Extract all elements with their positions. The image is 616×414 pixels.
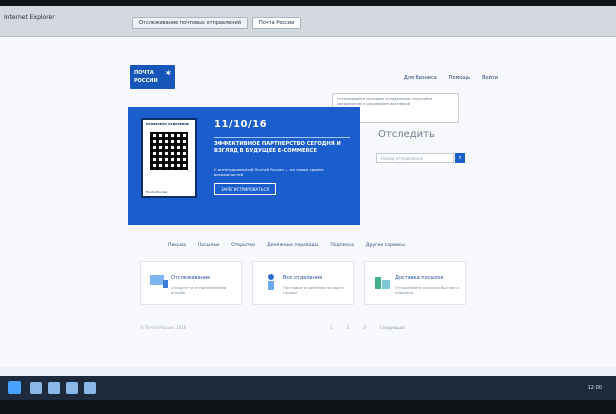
browser-icon[interactable] xyxy=(48,382,60,394)
logo-line-1: ПОЧТА xyxy=(134,70,154,76)
service-card-parcels[interactable]: Доставка посылок Отправляйте посылки быс… xyxy=(364,261,466,305)
qr-card-title: ПРОВЕРЕНО ОТДЕЛЕНИЕ xyxy=(146,122,189,126)
qr-code xyxy=(150,132,188,170)
search-icon[interactable]: ⌕ xyxy=(455,153,465,163)
tab-pochta[interactable]: Почта России xyxy=(251,17,302,29)
copyright: © Почта России, 2016 xyxy=(140,325,187,330)
tab-tracking[interactable]: Отслеживание почтовых отправлений xyxy=(132,17,248,29)
nav-login[interactable]: Войти xyxy=(482,75,498,81)
pager-page-1[interactable]: 1 xyxy=(330,325,333,330)
eagle-icon: ✶ xyxy=(164,69,172,79)
qr-card: ПРОВЕРЕНО ОТДЕЛЕНИЕ Почта России xyxy=(141,118,197,198)
nav-help[interactable]: Помощь xyxy=(449,75,470,81)
qr-card-footer: Почта России xyxy=(146,190,168,194)
menu-parcels[interactable]: Посылки xyxy=(198,243,219,248)
screen-icon xyxy=(150,275,168,288)
pager-page-3[interactable]: 3 xyxy=(363,325,366,330)
banner-subtext: С интегрированной Почтой России — на нов… xyxy=(214,167,324,177)
window-title: Internet Explorer xyxy=(4,14,55,21)
menu-postcards[interactable]: Открытки xyxy=(231,243,255,248)
service-card-tracking[interactable]: Отслеживание Следите за отправлениями он… xyxy=(140,261,242,305)
card-description: Почтовые отделения на карте города xyxy=(283,285,345,295)
banner-button[interactable]: ЗАРЕГИСТРИРОВАТЬСЯ xyxy=(214,183,276,195)
service-menu: Письма Посылки Открытки Денежные перевод… xyxy=(168,243,405,248)
card-title: Доставка посылок xyxy=(395,275,444,281)
app-icon[interactable] xyxy=(84,382,96,394)
logo-line-2: РОССИИ xyxy=(134,78,158,84)
tracking-input[interactable]: Номер отправления xyxy=(376,153,454,163)
pager-next[interactable]: Следующая xyxy=(380,325,405,330)
tab-bar: Отслеживание почтовых отправлений Почта … xyxy=(132,17,302,29)
banner-date: 11/10/16 xyxy=(214,119,268,130)
menu-money-transfers[interactable]: Денежные переводы xyxy=(267,243,318,248)
web-page: ПОЧТА РОССИИ ✶ Для бизнеса Помощь Войти … xyxy=(0,37,616,367)
nav-business[interactable]: Для бизнеса xyxy=(404,75,437,81)
taskbar-clock: 12:00 xyxy=(587,385,602,391)
card-title: Все отделения xyxy=(283,275,323,281)
banner-headline: ЭФФЕКТИВНОЕ ПАРТНЕРСТВО СЕГОДНЯ И ВЗГЛЯД… xyxy=(214,141,341,154)
menu-other-services[interactable]: Другие сервисы xyxy=(366,243,405,248)
top-navigation: Для бизнеса Помощь Войти xyxy=(404,75,498,81)
pager-page-2[interactable]: 2 xyxy=(347,325,350,330)
tracking-title: Отследить xyxy=(378,129,435,140)
site-logo[interactable]: ПОЧТА РОССИИ ✶ xyxy=(130,65,175,89)
pagination: 1 2 3 Следующая xyxy=(330,325,405,330)
service-card-offices[interactable]: Все отделения Почтовые отделения на карт… xyxy=(252,261,354,305)
card-description: Отправляйте посылки быстро и надёжно xyxy=(395,285,459,295)
screen: Internet Explorer Отслеживание почтовых … xyxy=(0,6,616,400)
menu-letters[interactable]: Письма xyxy=(168,243,186,248)
card-title: Отслеживание xyxy=(171,275,211,281)
promo-banner[interactable]: ПРОВЕРЕНО ОТДЕЛЕНИЕ Почта России 11/10/1… xyxy=(128,107,360,225)
box-icon xyxy=(375,277,390,289)
banner-divider xyxy=(214,137,350,138)
browser-titlebar: Internet Explorer Отслеживание почтовых … xyxy=(0,6,616,37)
person-icon xyxy=(268,274,274,290)
start-button-icon[interactable] xyxy=(8,381,21,394)
card-description: Следите за отправлениями онлайн xyxy=(171,285,227,295)
folder-icon[interactable] xyxy=(30,382,42,394)
media-icon[interactable] xyxy=(66,382,78,394)
taskbar: 12:00 xyxy=(0,376,616,400)
menu-subscription[interactable]: Подписка xyxy=(330,243,354,248)
